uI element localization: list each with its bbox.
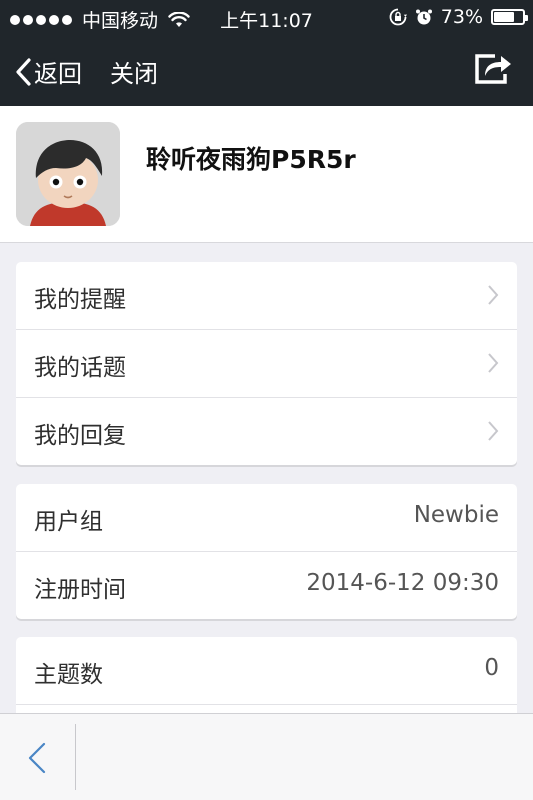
menu-item-label: 我的回复 (34, 423, 126, 449)
chevron-right-icon (488, 421, 499, 441)
menu-group: 我的提醒 我的话题 我的回复 (16, 262, 517, 465)
top-bar: 中国移动 上午11:07 73% 返回 关闭 (0, 0, 533, 106)
chevron-right-icon (488, 353, 499, 373)
info-value: 2014-6-12 09:30 (306, 570, 499, 596)
toolbar-divider (75, 724, 76, 790)
menu-item-topics[interactable]: 我的话题 (16, 330, 517, 398)
menu-item-reminders[interactable]: 我的提醒 (16, 262, 517, 330)
info-label: 注册时间 (34, 577, 126, 603)
chevron-left-icon (16, 57, 31, 86)
chevron-left-icon[interactable] (22, 740, 52, 776)
nav-bar: 返回 关闭 (0, 34, 533, 106)
status-bar: 中国移动 上午11:07 73% (0, 0, 533, 34)
profile-username: 聆听夜雨狗P5R5r (146, 145, 356, 174)
chevron-right-icon (488, 285, 499, 305)
battery-icon (491, 9, 528, 25)
avatar[interactable] (16, 122, 120, 226)
back-label: 返回 (34, 60, 82, 88)
info-value: 0 (484, 655, 499, 681)
cartoon-avatar (16, 122, 120, 226)
profile-header: 聆听夜雨狗P5R5r (0, 106, 533, 243)
account-info-group: 用户组 Newbie 注册时间 2014-6-12 09:30 (16, 484, 517, 619)
info-row-user-group: 用户组 Newbie (16, 484, 517, 552)
info-row-topic-count: 主题数 0 (16, 637, 517, 705)
back-button[interactable]: 返回 (14, 54, 82, 89)
info-row-register-time: 注册时间 2014-6-12 09:30 (16, 552, 517, 619)
info-value: Newbie (413, 502, 499, 528)
menu-item-label: 我的话题 (34, 355, 126, 381)
menu-item-replies[interactable]: 我的回复 (16, 398, 517, 465)
close-button[interactable]: 关闭 (110, 54, 158, 89)
alarm-icon (415, 9, 432, 25)
info-label: 主题数 (34, 662, 103, 688)
menu-item-label: 我的提醒 (34, 287, 126, 313)
bottom-toolbar (0, 713, 533, 800)
share-icon[interactable] (473, 50, 513, 86)
info-label: 用户组 (34, 509, 103, 535)
battery-percent: 73% (440, 6, 483, 28)
rotation-lock-icon (389, 8, 407, 26)
